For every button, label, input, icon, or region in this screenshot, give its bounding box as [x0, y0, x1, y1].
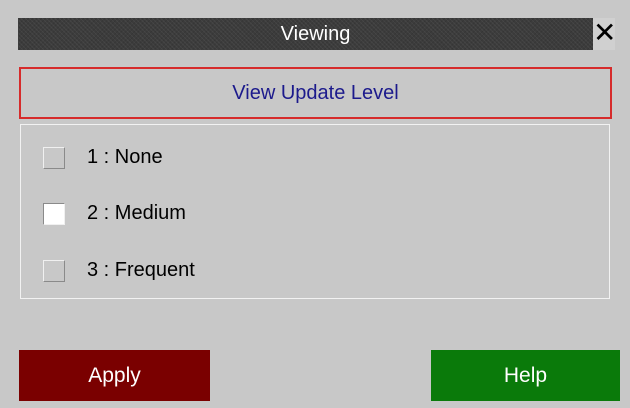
option-frequent-label: 3 : Frequent — [87, 259, 195, 281]
update-level-options: 1 : None 2 : Medium 3 : Frequent — [20, 124, 610, 299]
close-button[interactable]: ✕ — [593, 17, 617, 50]
option-none-checkbox[interactable] — [43, 147, 65, 169]
option-medium-checkbox[interactable] — [43, 203, 65, 225]
option-none[interactable]: 1 : None — [21, 139, 609, 175]
window-title: Viewing — [18, 18, 613, 50]
option-frequent[interactable]: 3 : Frequent — [21, 252, 609, 288]
help-button[interactable]: Help — [431, 350, 620, 401]
close-icon: ✕ — [593, 17, 617, 48]
option-medium-label: 2 : Medium — [87, 202, 186, 224]
option-frequent-checkbox[interactable] — [43, 260, 65, 282]
apply-button[interactable]: Apply — [19, 350, 210, 401]
option-medium[interactable]: 2 : Medium — [21, 195, 609, 231]
section-header: View Update Level — [19, 67, 612, 119]
option-none-label: 1 : None — [87, 146, 163, 168]
viewing-dialog: Viewing ✕ View Update Level 1 : None 2 :… — [0, 0, 630, 408]
